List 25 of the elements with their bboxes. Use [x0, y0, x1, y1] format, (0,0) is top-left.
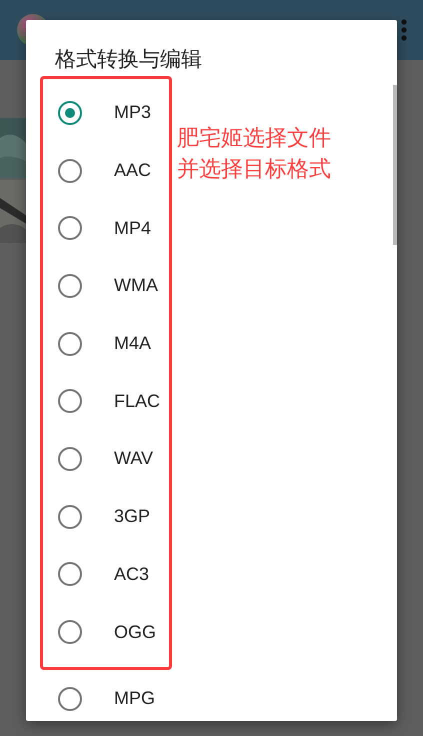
annotation-text: 并选择目标格式 — [177, 156, 331, 184]
format-option[interactable]: AC3 — [43, 546, 169, 604]
radio-button[interactable] — [58, 504, 82, 529]
radio-button[interactable] — [58, 274, 82, 298]
radio-button[interactable] — [58, 389, 82, 414]
format-option[interactable]: OGG — [43, 603, 169, 661]
radio-button[interactable] — [58, 216, 82, 240]
format-option[interactable]: AAC — [43, 142, 169, 200]
radio-button[interactable] — [58, 332, 82, 356]
dialog-title: 格式转换与编辑 — [55, 46, 202, 73]
radio-button[interactable] — [58, 620, 82, 644]
format-option[interactable]: FLAC — [43, 372, 169, 430]
radio-button[interactable] — [58, 446, 82, 471]
radio-button[interactable] — [58, 686, 82, 711]
format-option[interactable]: MP4 — [43, 199, 169, 258]
format-option[interactable]: WMA — [43, 257, 169, 315]
format-option[interactable]: M4A — [43, 314, 169, 372]
annotation-text: 肥宅姬选择文件 — [177, 125, 331, 153]
radio-button[interactable] — [58, 158, 82, 183]
format-option[interactable]: MPG — [40, 670, 397, 728]
format-option[interactable]: 3GP — [43, 488, 169, 546]
format-option[interactable]: MP3 — [43, 84, 169, 142]
format-option[interactable]: WAV — [43, 430, 169, 488]
radio-button[interactable] — [58, 100, 82, 125]
radio-button[interactable] — [58, 562, 82, 586]
